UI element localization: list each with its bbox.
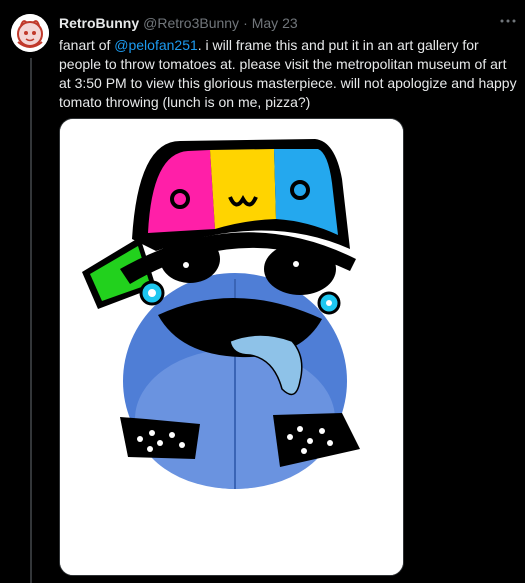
avatar[interactable] (11, 14, 49, 52)
display-name[interactable]: RetroBunny (59, 15, 139, 31)
tweet-text: fanart of @pelofan251. i will frame this… (59, 36, 522, 112)
tweet-media-image[interactable] (59, 118, 404, 576)
tweet-date[interactable]: May 23 (252, 15, 298, 31)
tweet[interactable]: RetroBunny @Retro3Bunny · May 23 fanart … (0, 0, 525, 583)
mention-link[interactable]: @pelofan251 (114, 37, 198, 53)
user-handle[interactable]: @Retro3Bunny (143, 15, 239, 31)
thread-line (30, 58, 32, 583)
more-horizontal-icon[interactable] (499, 12, 517, 30)
tweet-header: RetroBunny @Retro3Bunny · May 23 (59, 14, 515, 32)
fanart-drawing (60, 119, 403, 575)
avatar-image (11, 14, 49, 52)
tweet-text-start: fanart of (59, 37, 115, 53)
separator-dot: · (243, 15, 248, 31)
